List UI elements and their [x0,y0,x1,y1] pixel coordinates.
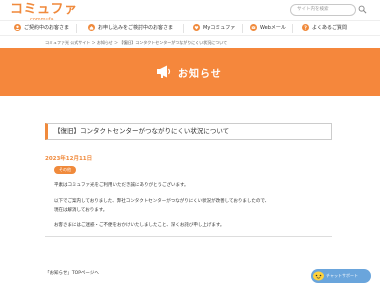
nav-label: Myコミュファ [203,25,236,31]
user-icon [14,24,21,31]
nav-item-webmail[interactable]: Webメール [250,23,286,34]
nav-label: ご契約中のお客さま [24,25,70,31]
category-badge: その他 [54,166,76,174]
main-nav: ご契約中のお客さま お申し込みをご検討中のお客さま Myコミュファ Webメール [0,20,380,36]
search-icon[interactable] [358,5,367,14]
nav-item-current-customers[interactable]: ご契約中のお客さま [14,23,69,34]
page-hero: お知らせ [0,48,380,96]
megaphone-icon [157,65,171,78]
chat-label: チャットサポート [326,273,358,278]
nav-label: Webメール [260,25,286,31]
article-paragraph: 現在は解消しております。 [54,208,108,213]
house-icon [88,24,95,31]
article-paragraph: 平素はコミュファ光をご利用いただき誠にありがとうございます。 [54,183,189,188]
nav-label: よくあるご質問 [312,25,348,31]
logo-text: コミュファ [10,2,78,17]
nav-divider [76,24,77,33]
svg-text:?: ? [304,25,307,31]
article-title: 【復旧】コンタクトセンターがつながりにくい状況について [45,123,332,140]
article-paragraph: お客さまにはご迷惑・ご不便をおかけいたしましたこと、深くお詫び申し上げます。 [54,223,225,228]
nav-label: お申し込みをご検討中のお客さま [98,25,174,31]
chat-support-button[interactable]: チャットサポート [311,269,371,283]
question-icon: ? [302,24,309,31]
page-title: お知らせ [178,69,222,80]
article-date: 2023年12月11日 [45,156,93,162]
nav-divider [292,24,293,33]
article-paragraph: 以下でご案内しておりました、弊社コンタクトセンターがつながりにくい状況が改善して… [54,199,270,204]
nav-item-faq[interactable]: ? よくあるご質問 [302,23,347,34]
content-divider [45,236,332,237]
search-input[interactable]: サイト内を検索 [290,4,356,16]
mail-icon [250,24,257,31]
nav-item-prospective-customers[interactable]: お申し込みをご検討中のお客さま [88,23,173,34]
chat-icon [313,271,324,281]
nav-item-my-commufa[interactable]: Myコミュファ [193,23,235,34]
nav-divider [242,24,243,33]
back-to-news-link[interactable]: 「お知らせ」TOPページへ [45,270,99,276]
breadcrumb[interactable]: コミュファ光 公式サイト ＞ お知らせ ＞ 【復旧】コンタクトセンターがつながり… [45,40,227,46]
nav-divider [183,24,184,33]
heart-icon [193,24,200,31]
site-header: コミュファ commufa サイト内を検索 ご契約中のお客さま お申し込みをご検… [0,0,380,40]
